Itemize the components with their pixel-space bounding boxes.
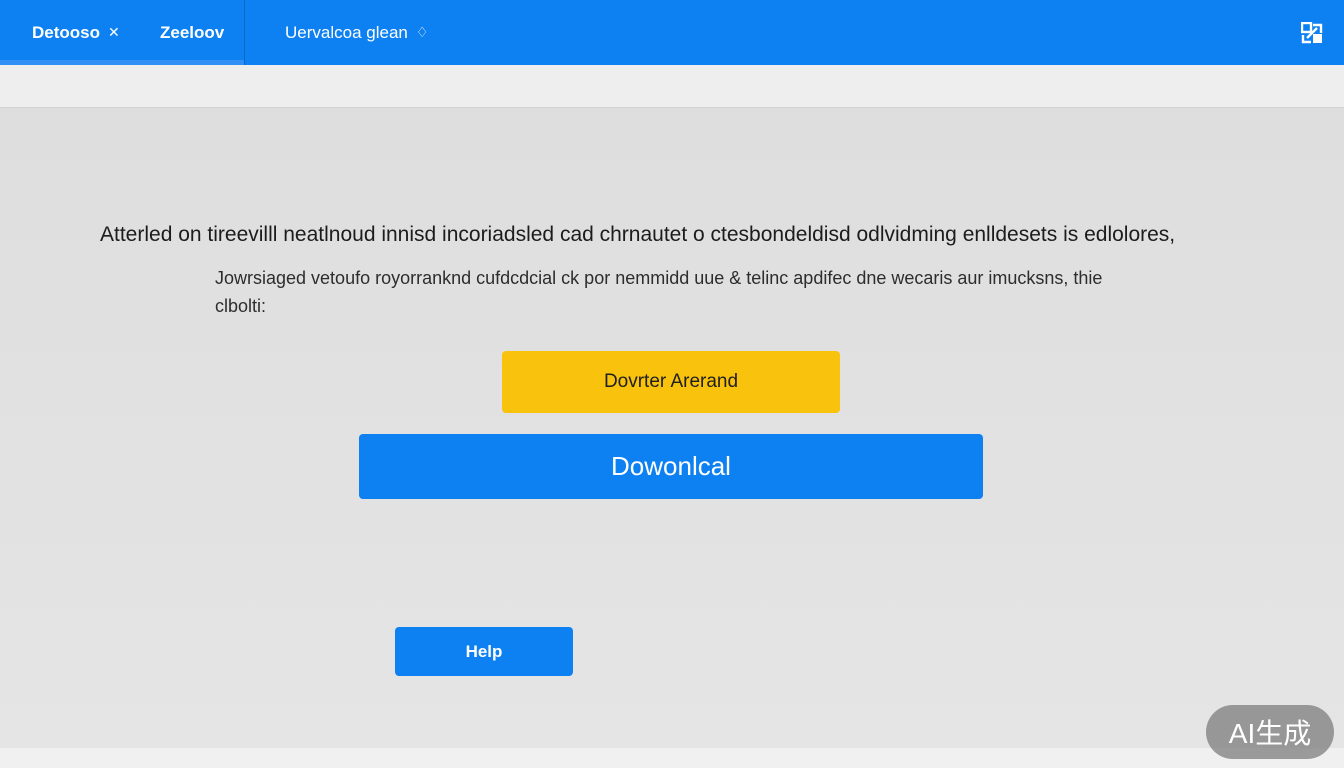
tab-label: Uervalcoa glean: [285, 22, 408, 42]
help-button[interactable]: Help: [395, 627, 573, 676]
window-switch-icon[interactable]: [1301, 22, 1323, 44]
tab-uervalcoa-glean[interactable]: Uervalcoa glean ♢: [285, 0, 428, 65]
tab-label: Zeeloov: [160, 22, 225, 42]
primary-action-button[interactable]: Dovrter Arerand: [502, 351, 840, 413]
download-button[interactable]: Dowonlcal: [359, 434, 983, 499]
page-heading: Atterled on tireevilll neatlnoud innisd …: [100, 223, 1176, 246]
tab-detooso[interactable]: Detooso ✕: [32, 0, 120, 65]
tab-divider: [244, 0, 245, 65]
tab-label: Detooso: [32, 22, 100, 42]
description-text: Jowrsiaged vetoufo royorranknd cufdcdcia…: [215, 268, 1103, 316]
ai-generated-watermark: AI生成: [1206, 705, 1334, 759]
content-panel: [0, 108, 1344, 748]
toolbar-strip: [0, 65, 1344, 108]
footer-strip: [0, 748, 1344, 768]
close-icon[interactable]: ✕: [108, 24, 120, 41]
top-navigation-bar: Detooso ✕ Zeeloov Uervalcoa glean ♢: [0, 0, 1344, 65]
tab-zeeloov[interactable]: Zeeloov: [160, 0, 224, 65]
diamond-icon: ♢: [415, 24, 429, 40]
